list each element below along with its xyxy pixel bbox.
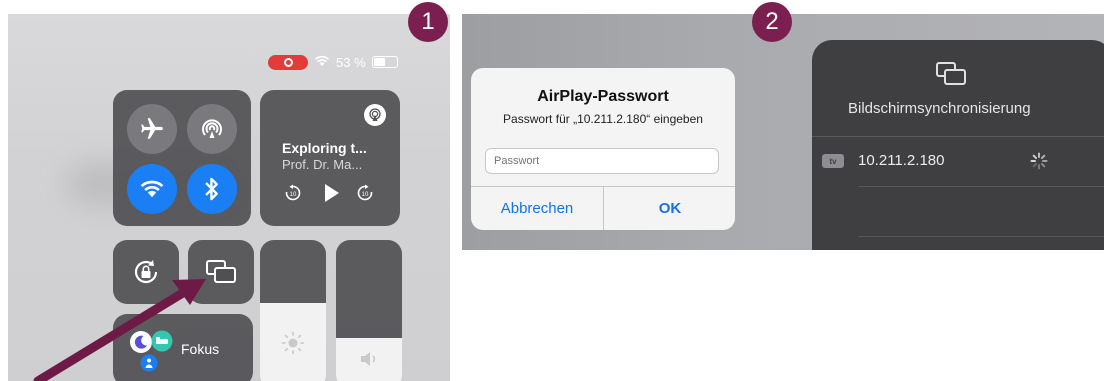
dialog-message: Passwort für „10.211.2.180“ eingeben (503, 112, 703, 126)
skip-forward-icon[interactable]: 10 (356, 184, 374, 202)
airdrop-icon (202, 119, 222, 138)
brightness-slider[interactable] (260, 240, 326, 381)
wifi-icon (140, 180, 164, 198)
battery-percentage: 53 % (336, 54, 366, 70)
wifi-status-icon (314, 55, 330, 70)
connectivity-module (113, 90, 251, 226)
airplane-mode-toggle[interactable] (127, 104, 177, 154)
cancel-button[interactable]: Abbrechen (471, 187, 603, 230)
moon-icon (130, 331, 152, 353)
airplay-audio-icon (369, 108, 381, 121)
battery-icon (371, 56, 398, 68)
volume-slider[interactable] (336, 240, 402, 381)
wifi-toggle[interactable] (127, 164, 177, 214)
now-playing-module[interactable]: Exploring t... Prof. Dr. Ma... 10 10 (260, 90, 400, 226)
svg-text:10: 10 (362, 192, 369, 198)
bed-icon (151, 330, 173, 352)
mirroring-title: Bildschirmsynchronisierung (848, 100, 1031, 117)
screen-mirroring-icon (206, 260, 236, 283)
media-subtitle: Prof. Dr. Ma... (282, 157, 363, 172)
screen-recording-indicator (268, 54, 308, 70)
dialog-title: AirPlay-Passwort (537, 88, 669, 105)
device-row-divider-2 (858, 236, 1104, 237)
step-badge-1: 1 (408, 2, 448, 42)
password-input[interactable] (485, 148, 719, 174)
step-badge-2: 2 (752, 2, 792, 42)
control-center-panel: 53 % Exploring t... Prof. Dr. Ma... 10 1… (8, 14, 450, 381)
battery-fill (373, 58, 386, 66)
rotation-lock-icon (134, 260, 158, 284)
speaker-icon (361, 352, 376, 366)
apple-tv-badge-text: tv (829, 156, 837, 166)
play-icon[interactable] (320, 182, 342, 204)
focus-module[interactable]: Fokus (113, 314, 253, 381)
bluetooth-icon (205, 177, 218, 201)
svg-text:10: 10 (290, 192, 297, 198)
person-icon (140, 354, 158, 372)
device-row-divider (858, 186, 1104, 187)
screen-mirroring-header-icon (936, 62, 966, 85)
device-ip: 10.211.2.180 (858, 152, 945, 169)
apple-tv-icon: tv (822, 154, 844, 168)
screen-mirroring-button[interactable] (188, 240, 254, 304)
media-title: Exploring t... (282, 140, 367, 156)
rotation-lock-button[interactable] (113, 240, 179, 304)
spinner-icon (1030, 152, 1048, 170)
bluetooth-toggle[interactable] (187, 164, 237, 214)
airplay-audio-button[interactable] (364, 104, 386, 126)
sun-icon (281, 331, 305, 355)
ok-button[interactable]: OK (604, 187, 735, 230)
screen-mirroring-panel: Bildschirmsynchronisierung tv 10.211.2.1… (812, 40, 1104, 250)
airplane-icon (141, 118, 163, 139)
skip-back-icon[interactable]: 10 (284, 184, 302, 202)
airdrop-toggle[interactable] (187, 104, 237, 154)
airplay-panel: AirPlay-Passwort Passwort für „10.211.2.… (462, 14, 1104, 250)
focus-label: Fokus (181, 341, 220, 357)
airplay-password-dialog: AirPlay-Passwort Passwort für „10.211.2.… (471, 68, 735, 230)
mirroring-divider (812, 136, 1104, 137)
status-bar: 53 % (268, 54, 398, 70)
